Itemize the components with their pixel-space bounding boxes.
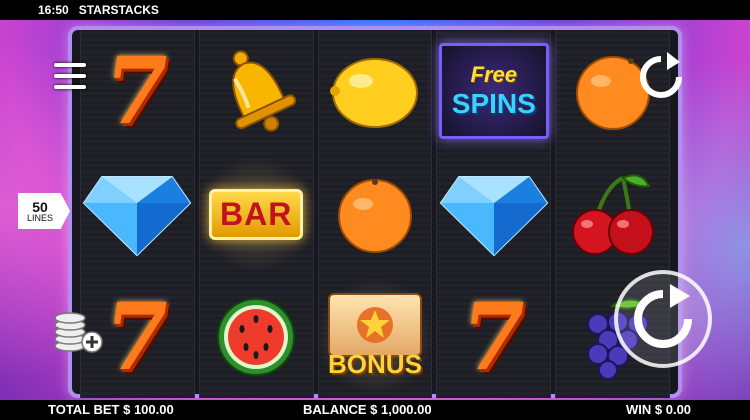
bonus-label: BONUS [328,349,422,380]
reel-frame: 7 7 BAR BONUS Free SPINS 7 [68,26,682,399]
seven-symbol: 7 [97,282,177,391]
spin-arrow-icon [614,270,712,368]
coin-stack-plus-icon [54,312,103,353]
seven-symbol: 7 [97,37,177,146]
reel-2-row-1 [200,30,313,153]
menu-button[interactable] [54,60,86,92]
bet-coins-button[interactable] [50,312,106,354]
reel-1-row-1: 7 [81,30,194,153]
lines-selector[interactable]: 50 LINES [18,193,70,229]
win-amount: WIN $ 0.00 [626,402,692,417]
reel-2-row-3 [200,275,313,398]
diamond-icon [439,176,549,257]
autoplay-arrow-icon [640,52,682,98]
reel-3-row-1 [319,30,432,153]
reel-3: BONUS [317,30,433,399]
reels-grid: 7 7 BAR BONUS Free SPINS 7 [80,30,670,399]
watermelon-icon [217,297,296,376]
reel-2: BAR [198,30,314,398]
diamond-icon [83,176,192,257]
footer-bar: TOTAL BET $ 100.00 BALANCE $ 1,000.00 WI… [0,400,750,420]
hamburger-menu-icon-bar [54,74,86,78]
seven-symbol: 7 [454,282,534,391]
app-title: STARSTACKS [78,3,159,17]
spin-button[interactable] [612,268,714,370]
reel-3-row-2 [319,153,432,276]
reel-4-row-2 [437,153,550,276]
reel-4: Free SPINS 7 [436,30,552,398]
hamburger-menu-icon-bar [54,63,86,67]
cherries-icon [571,174,654,255]
reel-5-row-2 [556,153,669,276]
orange-icon [337,179,412,253]
bonus-card [327,293,422,358]
status-bar: 16:50 STARSTACKS [0,0,750,20]
lemon-icon [329,58,418,129]
free-spins-line-1: Free [470,62,518,88]
bar-symbol: BAR [209,188,304,240]
total-bet: TOTAL BET $ 100.00 [48,402,174,417]
clock: 16:50 [38,3,69,17]
hamburger-menu-icon-bar [54,85,86,89]
reel-1-row-2 [81,153,194,276]
reel-4-row-3: 7 [437,275,550,398]
reel-2-row-2: BAR [199,152,313,276]
balance: BALANCE $ 1,000.00 [303,402,432,417]
free-spins-symbol: Free SPINS [438,43,549,140]
autoplay-button[interactable] [636,52,686,102]
free-spins-line-2: SPINS [451,88,536,120]
bell-icon [232,50,297,132]
lines-label: LINES [26,212,53,223]
star-icon [356,307,393,344]
game-stage: 7 7 BAR BONUS Free SPINS 7 50 LINES [0,20,750,400]
reel-4-row-1: Free SPINS [437,30,550,153]
reel-3-row-3: BONUS [318,275,432,399]
lines-count: 50 [32,198,48,215]
bonus-symbol: BONUS [327,293,422,380]
